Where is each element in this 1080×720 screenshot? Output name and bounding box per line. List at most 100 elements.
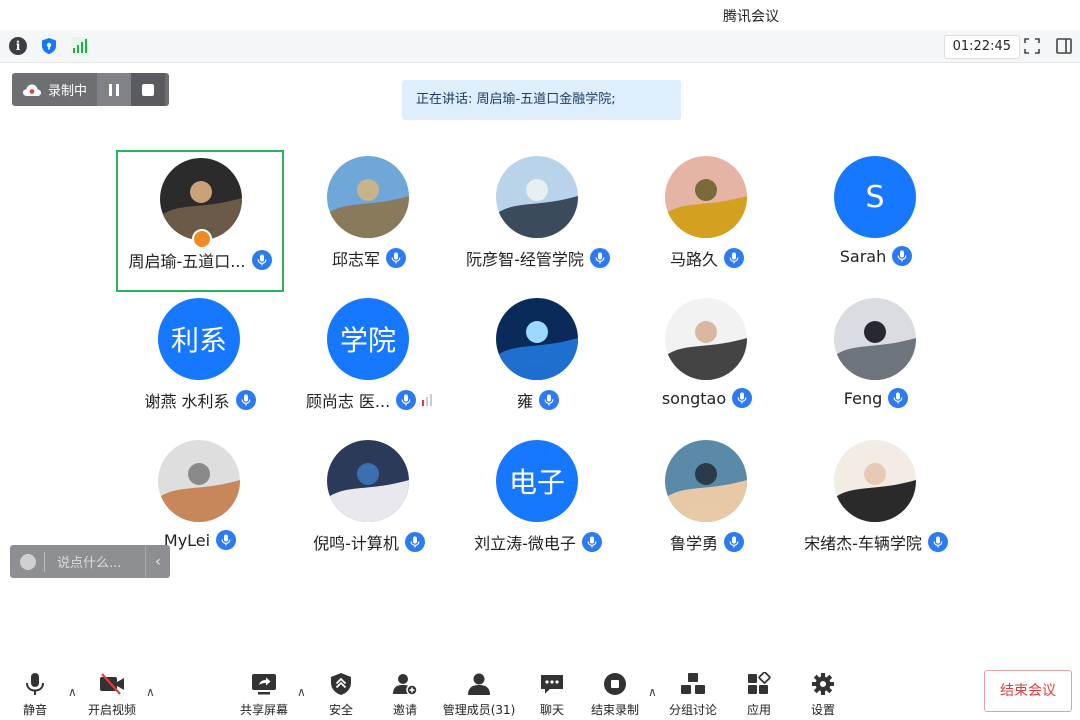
chat-button[interactable]: 聊天 [517,671,587,718]
participant-name-row: Sarah [792,246,960,266]
participant-name: 阮彦智-经管学院 [466,250,584,269]
participant-tile[interactable]: songtao [623,292,791,434]
shield-icon[interactable] [40,37,58,55]
chat-input-bar[interactable]: 说点什么... ‹ [10,545,170,578]
participant-photo [665,298,747,380]
emoji-icon[interactable] [20,553,36,570]
participant-name-row: 谢燕 水利系 [116,388,284,412]
security-button[interactable]: 安全 [306,671,376,718]
microphone-icon [26,673,44,695]
pause-record-button[interactable] [97,73,132,106]
chat-label: 聊天 [539,703,564,717]
participant-name-row: 阮彦智-经管学院 [454,246,622,270]
mute-button[interactable]: 静音 [0,671,70,718]
settings-button[interactable]: 设置 [788,671,858,718]
signal-icon[interactable] [71,37,89,55]
gear-icon [812,673,834,695]
participant-name-row: 周启瑜-五道口... [118,248,282,272]
participant-tile[interactable]: S Sarah [792,150,960,292]
participant-tile[interactable]: 雍 [454,292,622,434]
participant-tile[interactable]: 利系 谢燕 水利系 [116,292,284,434]
mute-options-caret[interactable]: ∧ [68,685,77,699]
stop-record-button[interactable] [131,73,166,106]
apps-icon [748,672,771,694]
bottom-toolbar: 静音 ∧ 开启视频 ∧ 共享屏幕 ∧ 安全 邀请 管理成员(31) 聊天 结束录… [0,665,1080,720]
participant-tile[interactable]: 电子刘立涛-微电子 [454,434,622,576]
status-bar: i 01:22:45 [0,30,1080,63]
end-meeting-button[interactable]: 结束会议 [984,670,1072,712]
microphone-icon [251,250,272,270]
video-off-icon [100,673,124,695]
microphone-icon [589,248,610,268]
stop-recording-icon [604,673,626,695]
microphone-icon [396,390,417,410]
info-icon[interactable]: i [9,37,27,55]
video-options-caret[interactable]: ∧ [146,685,155,699]
participant-name-row: Feng [792,388,960,408]
stop-icon [142,83,155,96]
recording-label: 录制中 [48,84,88,99]
participant-name-row: 倪鸣-计算机 [285,530,453,554]
participant-name-row: 刘立涛-微电子 [454,530,622,554]
participant-name: 鲁学勇 [669,534,718,553]
participant-tile[interactable]: 倪鸣-计算机 [285,434,453,576]
microphone-icon [581,532,602,552]
participant-name-row: 宋绪杰-车辆学院 [792,530,960,554]
participant-name-row: songtao [623,388,791,408]
participant-photo [327,440,409,522]
share-options-caret[interactable]: ∧ [297,685,306,699]
participant-photo [160,158,242,240]
volume-level-icon [422,394,433,406]
participant-name-row: 马路久 [623,246,791,270]
invite-button[interactable]: 邀请 [370,671,440,718]
share-screen-button[interactable]: 共享屏幕 [229,671,299,718]
participant-name: Feng [843,388,883,408]
participant-tile[interactable]: 邱志军 [285,150,453,292]
meeting-timer: 01:22:45 [943,35,1020,59]
participant-photo [496,298,578,380]
participant-name: Sarah [839,246,887,266]
participant-name: 马路久 [669,250,718,269]
collapse-chat-icon[interactable]: ‹ [145,545,170,578]
participant-photo [496,156,578,238]
mute-label: 静音 [22,703,47,717]
participant-name: MyLei [163,530,211,550]
breakout-rooms-button[interactable]: 分组讨论 [658,671,728,718]
microphone-icon [888,388,909,408]
participant-avatar: 电子 [496,440,578,522]
participant-tile[interactable]: 鲁学勇 [623,434,791,576]
chat-icon [541,675,563,694]
microphone-icon [892,246,913,266]
participant-tile[interactable]: 宋绪杰-车辆学院 [792,434,960,576]
participant-tile[interactable]: Feng [792,292,960,434]
chat-placeholder: 说点什么... [57,556,122,571]
participant-tile[interactable]: 马路久 [623,150,791,292]
side-panel-icon[interactable] [1056,38,1072,54]
microphone-icon [927,532,948,552]
recording-options-caret[interactable]: ∧ [648,685,657,699]
participant-name: 邱志军 [331,250,380,269]
microphone-icon [386,248,406,268]
participant-tile[interactable]: 周启瑜-五道口... [116,150,284,292]
members-icon [468,673,490,695]
title-bar: 腾讯会议 [0,0,1080,30]
end-recording-button[interactable]: 结束录制 [580,671,650,718]
settings-label: 设置 [810,703,835,717]
participant-name: 周启瑜-五道口... [128,252,246,271]
manage-members-label: 管理成员(31) [442,703,516,717]
microphone-icon [216,530,237,550]
participant-name: 雍 [516,392,533,411]
host-badge-icon [192,229,212,249]
microphone-icon [235,390,256,410]
participant-tile[interactable]: 阮彦智-经管学院 [454,150,622,292]
fullscreen-icon[interactable] [1024,38,1040,54]
participant-avatar: 利系 [158,298,240,380]
start-video-button[interactable]: 开启视频 [77,671,147,718]
participant-avatar: 学院 [327,298,409,380]
manage-members-button[interactable]: 管理成员(31) [442,671,516,718]
participant-name-row: 鲁学勇 [623,530,791,554]
participant-tile[interactable]: 学院 顾尚志 医... [285,292,453,434]
participant-name-row: 雍 [454,388,622,412]
apps-button[interactable]: 应用 [724,671,794,718]
participant-name: songtao [661,388,727,408]
